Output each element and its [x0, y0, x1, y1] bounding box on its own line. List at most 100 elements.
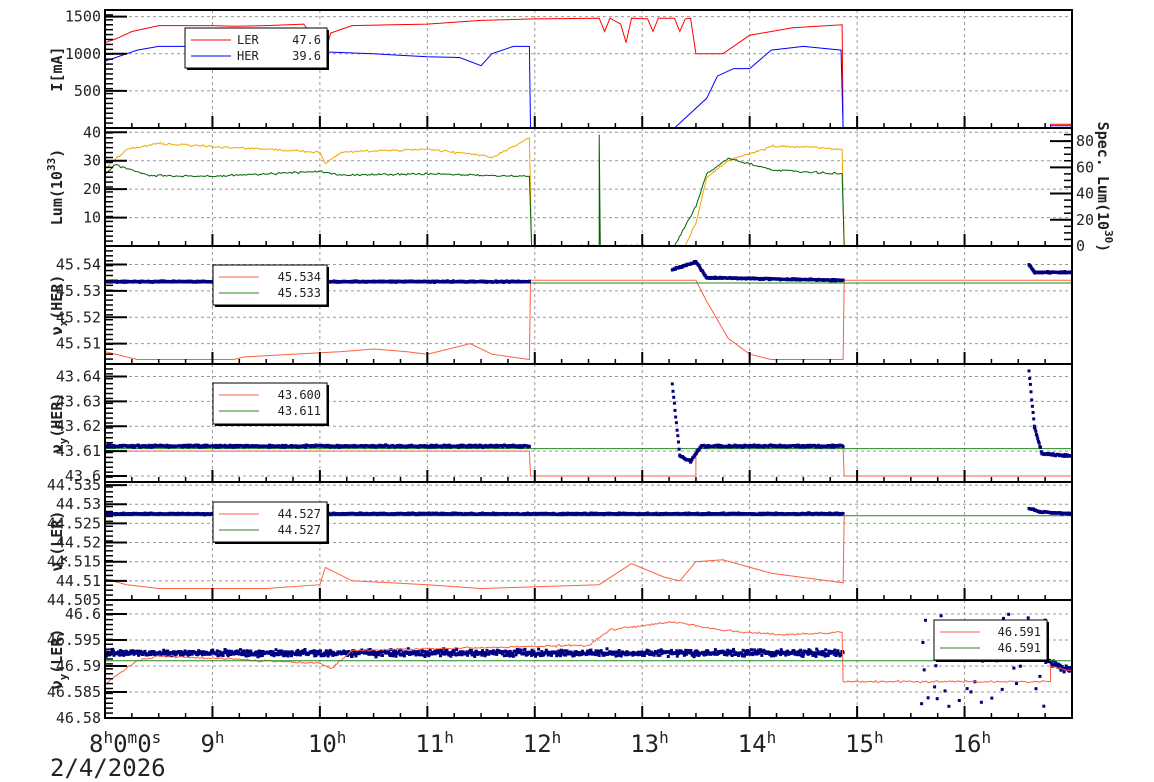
- data-point: [1036, 437, 1040, 441]
- data-point: [124, 649, 128, 653]
- legend: 44.52744.527: [212, 501, 329, 544]
- y-tick-label: 500: [74, 82, 101, 100]
- data-point: [1028, 382, 1032, 386]
- data-point: [380, 654, 384, 657]
- right-y-tick-label: 0: [1076, 237, 1085, 255]
- panel-frame: [104, 599, 1073, 719]
- data-point: [689, 649, 693, 652]
- data-point: [527, 444, 531, 448]
- data-point: [354, 654, 358, 658]
- data-point: [674, 421, 678, 425]
- data-point: [1007, 612, 1011, 616]
- data-point: [527, 279, 531, 283]
- data-point: [1030, 398, 1034, 402]
- panel-5: 44.50544.5144.51544.5244.52544.5344.535ν…: [47, 476, 1073, 609]
- y-tick-label: 40: [83, 123, 101, 141]
- y-tick-label: 46.58: [56, 709, 101, 727]
- data-point: [402, 654, 406, 658]
- data-point: [920, 702, 924, 706]
- data-point: [933, 685, 937, 689]
- data-point: [1038, 674, 1042, 678]
- series-spec-lum-line: [105, 134, 845, 246]
- y-tick-label: 44.51: [56, 572, 101, 590]
- legend-label: HER: [237, 49, 259, 63]
- data-point: [957, 699, 961, 702]
- data-point: [676, 434, 680, 438]
- data-point: [990, 696, 994, 700]
- data-point: [327, 652, 331, 656]
- data-point: [495, 652, 499, 656]
- data-point: [445, 648, 449, 652]
- data-point: [239, 648, 242, 652]
- legend: LER 47.6HER 39.6: [184, 27, 329, 70]
- data-point: [924, 618, 927, 622]
- data-point: [319, 649, 322, 653]
- data-point: [1042, 704, 1046, 708]
- data-point: [303, 648, 307, 651]
- data-point: [221, 654, 225, 658]
- y-tick-label: 44.535: [47, 476, 101, 494]
- data-point: [1028, 376, 1032, 380]
- data-point: [824, 648, 828, 652]
- y-axis-label: Lum(1033): [45, 149, 66, 225]
- data-point: [314, 654, 318, 657]
- beam-monitor-chart: 50010001500I[mA]LER 47.6HER 39.610203040Lu…: [45, 8, 1115, 782]
- data-point: [617, 649, 621, 652]
- data-point: [597, 654, 601, 657]
- data-point: [1018, 664, 1022, 668]
- data-point: [935, 697, 939, 701]
- data-point: [550, 653, 553, 657]
- data-point: [1002, 616, 1005, 620]
- legend-value: 45.533: [278, 286, 321, 300]
- data-point: [841, 512, 845, 516]
- data-point: [675, 428, 679, 432]
- y-tick-label: 43.64: [56, 367, 101, 385]
- right-y-axis-label: Spec. Lum(1030): [1094, 122, 1115, 253]
- data-point: [666, 655, 670, 658]
- data-point: [943, 689, 947, 693]
- data-point: [979, 700, 983, 704]
- y-tick-label: 44.53: [56, 495, 101, 513]
- data-point: [760, 653, 764, 657]
- data-point: [934, 664, 938, 668]
- panel-2: 10203040Lum(1033)020406080 Spec. Lum(1030…: [45, 122, 1115, 255]
- legend: 45.534 45.533: [212, 264, 329, 307]
- data-point: [969, 690, 973, 694]
- data-point: [671, 389, 675, 393]
- panel-frame: [104, 127, 1073, 247]
- data-point: [1000, 687, 1004, 691]
- data-point: [674, 415, 678, 419]
- data-point: [244, 654, 248, 658]
- data-point: [1031, 411, 1035, 414]
- data-point: [559, 654, 562, 658]
- data-point: [1032, 417, 1036, 421]
- data-point: [1034, 429, 1038, 433]
- data-point: [523, 647, 527, 651]
- data-point: [1029, 390, 1033, 394]
- data-point: [1034, 687, 1038, 691]
- data-point: [1037, 441, 1041, 445]
- data-point: [922, 668, 926, 672]
- data-point: [1062, 670, 1066, 674]
- series-set-line: [105, 448, 1072, 477]
- y-tick-label: 45.51: [56, 335, 101, 353]
- legend-value: 43.611: [278, 404, 321, 418]
- data-point: [537, 647, 541, 651]
- data-point: [947, 704, 951, 708]
- data-point: [672, 401, 676, 405]
- data-point: [841, 445, 845, 449]
- data-point: [485, 648, 489, 652]
- y-tick-label: 10: [83, 209, 101, 227]
- legend-value: 43.600: [278, 388, 321, 402]
- legend-value: 39.6: [292, 49, 321, 63]
- data-point: [1027, 369, 1031, 373]
- y-tick-label: 20: [83, 180, 101, 198]
- panel-1: 50010001500I[mA]LER 47.6HER 39.6: [48, 8, 1073, 129]
- series-group: [105, 134, 845, 246]
- data-point: [939, 614, 943, 618]
- data-point: [1054, 661, 1058, 665]
- series-lum-line: [105, 137, 845, 246]
- legend-value: 45.534: [278, 270, 321, 284]
- y-axis-label: I[mA]: [48, 46, 66, 91]
- legend-value: 47.6: [292, 33, 321, 47]
